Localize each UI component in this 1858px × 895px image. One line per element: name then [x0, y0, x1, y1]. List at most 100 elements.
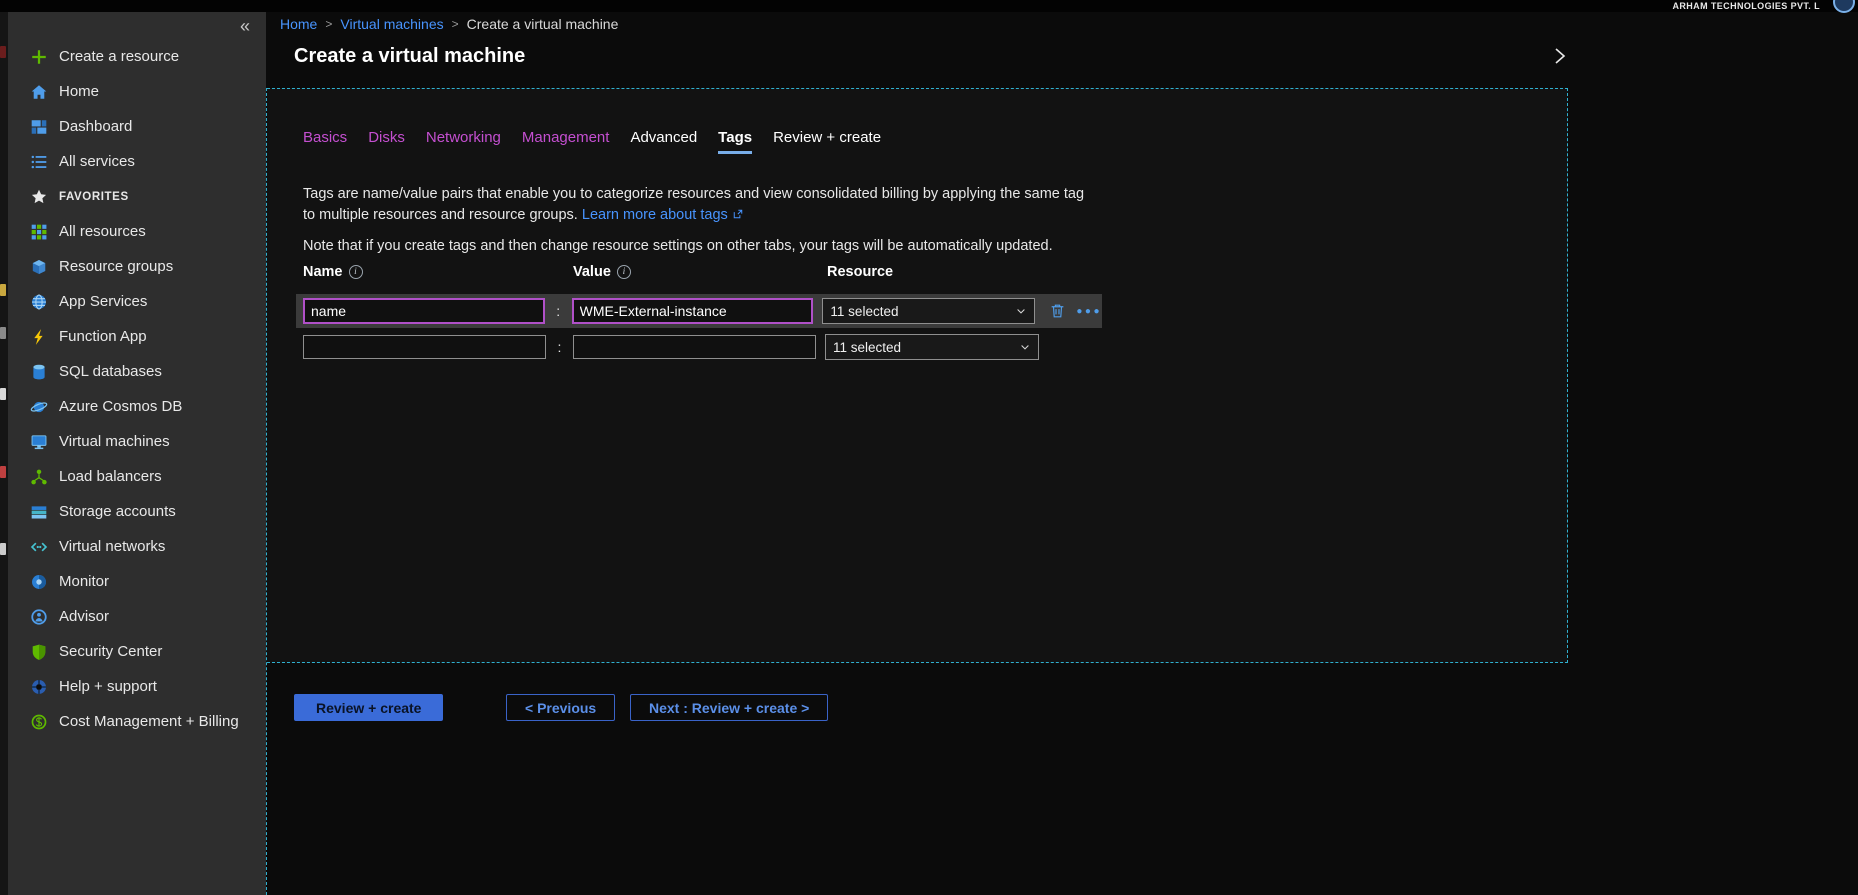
info-icon[interactable]: i	[617, 265, 631, 279]
database-icon	[30, 363, 48, 381]
sidebar-item-label: SQL databases	[59, 363, 162, 380]
sidebar-item-help-support[interactable]: Help + support	[8, 669, 266, 704]
resource-dropdown[interactable]: 11 selected	[825, 334, 1039, 360]
sidebar-item-app-services[interactable]: App Services	[8, 284, 266, 319]
sidebar-item-cost-management-billing[interactable]: Cost Management + Billing	[8, 704, 266, 739]
row-more-options-icon[interactable]: ●●●	[1076, 306, 1102, 317]
resource-column-header: Resource	[827, 264, 893, 280]
page-title: Create a virtual machine	[294, 45, 525, 68]
edge-artifact	[0, 327, 6, 339]
tab-tags[interactable]: Tags	[718, 129, 752, 154]
sidebar-item-storage-accounts[interactable]: Storage accounts	[8, 494, 266, 529]
sidebar-item-label: Load balancers	[59, 468, 162, 485]
resource-dropdown[interactable]: 11 selected	[822, 298, 1035, 324]
sidebar-item-monitor[interactable]: Monitor	[8, 564, 266, 599]
sidebar-item-favorites: FAVORITES	[8, 179, 266, 214]
vnet-icon	[30, 538, 48, 556]
plus-icon	[30, 48, 48, 66]
sidebar-item-create-a-resource[interactable]: Create a resource	[8, 39, 266, 74]
tab-management[interactable]: Management	[522, 129, 610, 154]
main-content: Home > Virtual machines > Create a virtu…	[266, 12, 1858, 895]
sidebar-item-function-app[interactable]: Function App	[8, 319, 266, 354]
tab-review-create[interactable]: Review + create	[773, 129, 881, 154]
sidebar-item-sql-databases[interactable]: SQL databases	[8, 354, 266, 389]
next-button[interactable]: Next : Review + create >	[630, 694, 828, 721]
review-create-button[interactable]: Review + create	[294, 694, 443, 721]
grid-icon	[30, 223, 48, 241]
lightning-icon	[30, 328, 48, 346]
azure-portal: ARHAM TECHNOLOGIES PVT. L « Create a res…	[0, 0, 1858, 895]
tenant-name: ARHAM TECHNOLOGIES PVT. L	[1672, 1, 1820, 11]
tag-value-input[interactable]	[572, 298, 814, 324]
sidebar-item-virtual-networks[interactable]: Virtual networks	[8, 529, 266, 564]
sidebar-item-label: Security Center	[59, 643, 162, 660]
tag-name-input[interactable]	[303, 335, 546, 359]
sidebar-item-label: Resource groups	[59, 258, 173, 275]
sidebar-item-load-balancers[interactable]: Load balancers	[8, 459, 266, 494]
tag-rows: : 11 selected ●●●: 11 selected	[296, 294, 1102, 366]
shield-icon	[30, 643, 48, 661]
top-bar: ARHAM TECHNOLOGIES PVT. L	[0, 0, 1858, 12]
cost-icon	[30, 713, 48, 731]
sidebar-nav: Create a resource Home Dashboard All servic…	[8, 39, 266, 739]
sidebar-item-home[interactable]: Home	[8, 74, 266, 109]
tag-row: : 11 selected	[296, 330, 1102, 364]
tag-value-input[interactable]	[573, 335, 816, 359]
delete-tag-row-button[interactable]	[1049, 302, 1066, 320]
sidebar-item-label: Cost Management + Billing	[59, 713, 239, 730]
colon-separator: :	[546, 339, 573, 355]
wizard-tabs: Basics Disks Networking Management Advanced T…	[303, 129, 881, 154]
external-link-icon	[732, 205, 744, 226]
sidebar-item-virtual-machines[interactable]: Virtual machines	[8, 424, 266, 459]
learn-more-link[interactable]: Learn more about tags	[582, 207, 744, 223]
sidebar-item-label: Dashboard	[59, 118, 132, 135]
sidebar: « Create a resource Home Dashboard All serv…	[8, 12, 266, 895]
sidebar-item-label: Home	[59, 83, 99, 100]
previous-button[interactable]: < Previous	[506, 694, 615, 721]
storage-icon	[30, 503, 48, 521]
sidebar-item-azure-cosmos-db[interactable]: Azure Cosmos DB	[8, 389, 266, 424]
colon-separator: :	[545, 303, 572, 319]
home-icon	[30, 83, 48, 101]
sidebar-item-all-services[interactable]: All services	[8, 144, 266, 179]
sidebar-item-label: All services	[59, 153, 135, 170]
dashboard-icon	[30, 118, 48, 136]
sidebar-item-label: FAVORITES	[59, 191, 129, 203]
tab-advanced[interactable]: Advanced	[630, 129, 697, 154]
avatar[interactable]	[1833, 0, 1855, 13]
sidebar-item-label: Help + support	[59, 678, 157, 695]
tab-basics[interactable]: Basics	[303, 129, 347, 154]
sidebar-item-label: Function App	[59, 328, 147, 345]
sidebar-item-all-resources[interactable]: All resources	[8, 214, 266, 249]
sidebar-item-label: All resources	[59, 223, 146, 240]
advisor-icon	[30, 608, 48, 626]
chevron-right-icon[interactable]	[1552, 47, 1568, 70]
balancer-icon	[30, 468, 48, 486]
sidebar-item-label: Monitor	[59, 573, 109, 590]
tab-networking[interactable]: Networking	[426, 129, 501, 154]
sidebar-item-resource-groups[interactable]: Resource groups	[8, 249, 266, 284]
planet-icon	[30, 398, 48, 416]
monitor-icon	[30, 573, 48, 591]
menu-icon	[30, 153, 48, 171]
sidebar-item-security-center[interactable]: Security Center	[8, 634, 266, 669]
resource-dropdown-value: 11 selected	[830, 304, 898, 319]
tag-table-header: Name i Value i Resource	[296, 264, 1041, 280]
chevron-down-icon	[1019, 341, 1031, 353]
sidebar-item-advisor[interactable]: Advisor	[8, 599, 266, 634]
tag-name-input[interactable]	[303, 298, 545, 324]
value-column-header: Value	[573, 264, 611, 280]
sidebar-item-label: Azure Cosmos DB	[59, 398, 182, 415]
tags-description: Tags are name/value pairs that enable yo…	[303, 184, 1095, 226]
info-icon[interactable]: i	[349, 265, 363, 279]
sidebar-item-label: Virtual machines	[59, 433, 170, 450]
cube-icon	[30, 258, 48, 276]
sidebar-item-dashboard[interactable]: Dashboard	[8, 109, 266, 144]
sidebar-collapse-icon[interactable]: «	[240, 17, 250, 35]
breadcrumb-separator: >	[452, 17, 459, 31]
globe-icon	[30, 293, 48, 311]
tab-disks[interactable]: Disks	[368, 129, 405, 154]
breadcrumb-current: Create a virtual machine	[467, 16, 619, 32]
breadcrumb-home-link[interactable]: Home	[280, 16, 317, 32]
breadcrumb-virtual-machines-link[interactable]: Virtual machines	[340, 16, 443, 32]
